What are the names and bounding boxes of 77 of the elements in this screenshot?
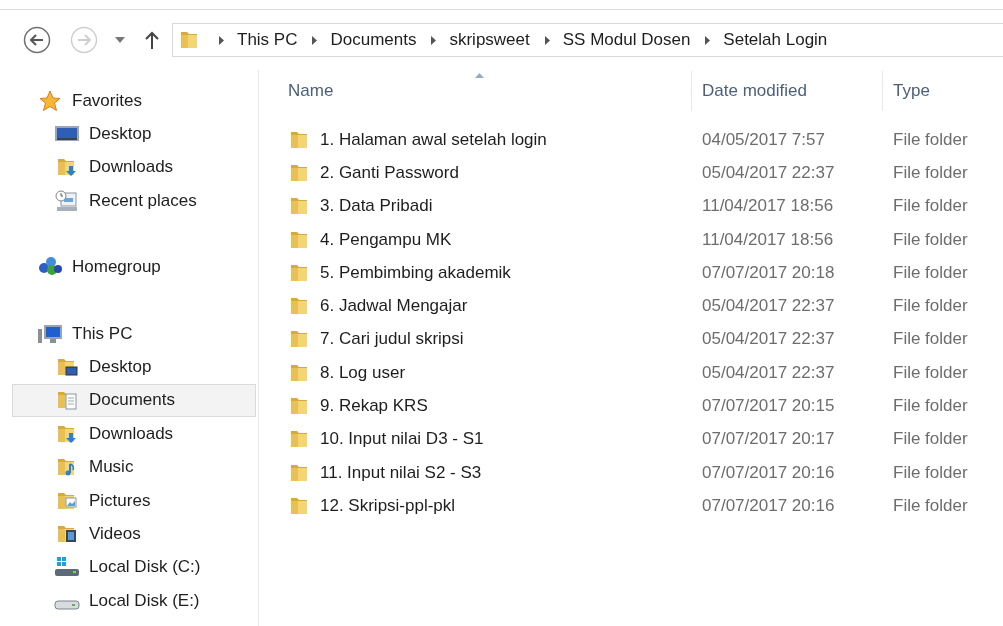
file-type: File folder	[892, 462, 969, 483]
recent-locations-caret-icon[interactable]	[115, 37, 125, 43]
date-modified: 07/07/2017 20:18	[701, 262, 836, 283]
file-name[interactable]: 8. Log user	[320, 362, 406, 383]
chevron-icon[interactable]	[312, 35, 318, 45]
file-type: File folder	[892, 129, 969, 150]
nav-item[interactable]: Downloads	[12, 417, 256, 451]
file-name[interactable]: 5. Pembimbing akademik	[320, 262, 511, 283]
chevron-icon[interactable]	[705, 35, 711, 45]
breadcrumb[interactable]: Setelah Login	[723, 30, 828, 50]
column-header[interactable]: Type	[882, 71, 1002, 111]
nav-item[interactable]: Videos	[12, 517, 256, 551]
desktop-folder-icon	[56, 356, 78, 379]
breadcrumb[interactable]: Documents	[330, 30, 417, 50]
nav-item[interactable]: Local Disk (C:)	[12, 550, 256, 585]
nav-item[interactable]: Homegroup	[12, 250, 256, 284]
file-name[interactable]: 6. Jadwal Mengajar	[320, 296, 468, 317]
nav-item[interactable]: Favorites	[12, 84, 256, 118]
nav-item[interactable]: Desktop	[12, 117, 256, 151]
file-type: File folder	[892, 229, 969, 250]
nav-item[interactable]: Pictures	[12, 483, 256, 518]
file-type: File folder	[892, 262, 969, 283]
documents-folder-icon	[56, 389, 78, 412]
date-modified: 07/07/2017 20:16	[701, 495, 836, 516]
file-type: File folder	[892, 362, 969, 383]
file-type: File folder	[892, 429, 969, 450]
breadcrumb[interactable]: This PC	[237, 30, 298, 50]
drive-icon	[54, 599, 80, 610]
file-name[interactable]: 1. Halaman awal setelah login	[320, 129, 547, 150]
file-type: File folder	[892, 396, 969, 416]
star-icon	[39, 89, 61, 112]
file-name[interactable]: 11. Input nilai S2 - S3	[320, 462, 482, 483]
chevron-icon[interactable]	[219, 35, 224, 45]
chevron-icon[interactable]	[431, 35, 437, 45]
back-button[interactable]	[23, 26, 51, 54]
date-modified: 05/04/2017 22:37	[701, 362, 836, 383]
file-name[interactable]: 7. Cari judul skripsi	[320, 329, 464, 350]
videos-folder-icon	[56, 523, 78, 545]
column-header[interactable]: Date modified	[691, 71, 882, 111]
file-type: File folder	[892, 196, 969, 217]
date-modified: 07/07/2017 20:15	[701, 396, 836, 416]
downloads-folder-icon	[56, 156, 78, 179]
file-name[interactable]: 2. Ganti Password	[320, 162, 459, 183]
nav-item[interactable]: Local Disk (E:)	[12, 584, 256, 618]
address-bar[interactable]: This PC Documents skripsweet SS Modul Dosen Setelah Login	[172, 23, 1003, 57]
nav-item[interactable]: This PC	[12, 316, 256, 351]
file-name[interactable]: 4. Pengampu MK	[320, 229, 452, 250]
file-type: File folder	[892, 296, 969, 317]
nav-item[interactable]: Downloads	[12, 150, 256, 185]
date-modified: 05/04/2017 22:37	[701, 162, 836, 183]
nav-item[interactable]: Desktop	[12, 350, 256, 384]
file-type: File folder	[892, 495, 969, 516]
date-modified: 04/05/2017 7:57	[701, 129, 826, 150]
date-modified: 07/07/2017 20:16	[701, 462, 836, 483]
file-type: File folder	[892, 329, 969, 350]
system-drive-icon	[54, 556, 80, 579]
recent-places-icon	[55, 189, 79, 212]
up-arrow-icon[interactable]	[145, 31, 159, 49]
nav-item[interactable]: Documents	[12, 383, 256, 418]
chevron-icon[interactable]	[544, 35, 550, 45]
date-modified: 05/04/2017 22:37	[701, 329, 836, 350]
date-modified: 07/07/2017 20:17	[701, 429, 836, 450]
column-header[interactable]: Name	[259, 71, 691, 111]
file-name[interactable]: 10. Input nilai D3 - S1	[320, 429, 484, 450]
sort-arrow-icon	[475, 73, 484, 78]
nav-item[interactable]: Music	[12, 450, 256, 484]
date-modified: 11/04/2017 18:56	[701, 196, 835, 217]
computer-icon	[37, 322, 63, 345]
date-modified: 11/04/2017 18:56	[701, 229, 835, 250]
nav-item[interactable]: Recent places	[12, 184, 256, 218]
breadcrumb[interactable]: skripsweet	[449, 30, 530, 50]
file-type: File folder	[892, 162, 969, 183]
file-name[interactable]: 9. Rekap KRS	[320, 396, 428, 416]
file-name[interactable]: 12. Skripsi-ppl-pkl	[320, 495, 456, 516]
breadcrumb[interactable]: SS Modul Dosen	[562, 30, 691, 50]
file-name[interactable]: 3. Data Pribadi	[320, 196, 433, 217]
date-modified: 05/04/2017 22:37	[701, 296, 836, 317]
